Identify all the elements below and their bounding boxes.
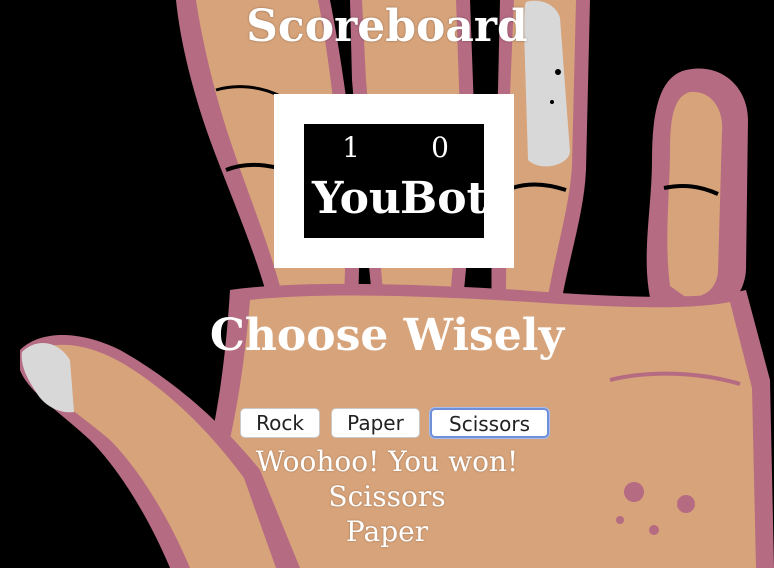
- player-score: 1: [342, 131, 360, 164]
- bot-score: 0: [431, 131, 449, 164]
- result-message: Woohoo! You won!: [255, 445, 519, 478]
- paper-button[interactable]: Paper: [331, 408, 420, 438]
- player-label: You: [312, 173, 401, 224]
- bot-label: Bot: [400, 173, 487, 224]
- player-choice-text: Scissors: [328, 480, 446, 513]
- choose-heading: Choose Wisely: [209, 310, 565, 361]
- scissors-button[interactable]: Scissors: [430, 408, 549, 438]
- rock-button[interactable]: Rock: [240, 408, 320, 438]
- game-page: Scoreboard 1 0 You Bot Choose Wisely Roc…: [0, 0, 774, 568]
- game-content: Scoreboard 1 0 You Bot Choose Wisely Roc…: [0, 0, 774, 568]
- bot-choice-text: Paper: [345, 515, 429, 548]
- scoreboard: 1 0 You Bot: [274, 94, 514, 268]
- scoreboard-panel: 1 0 You Bot: [304, 124, 487, 238]
- page-title: Scoreboard: [246, 1, 528, 52]
- choice-buttons: Rock Paper Scissors: [0, 408, 774, 440]
